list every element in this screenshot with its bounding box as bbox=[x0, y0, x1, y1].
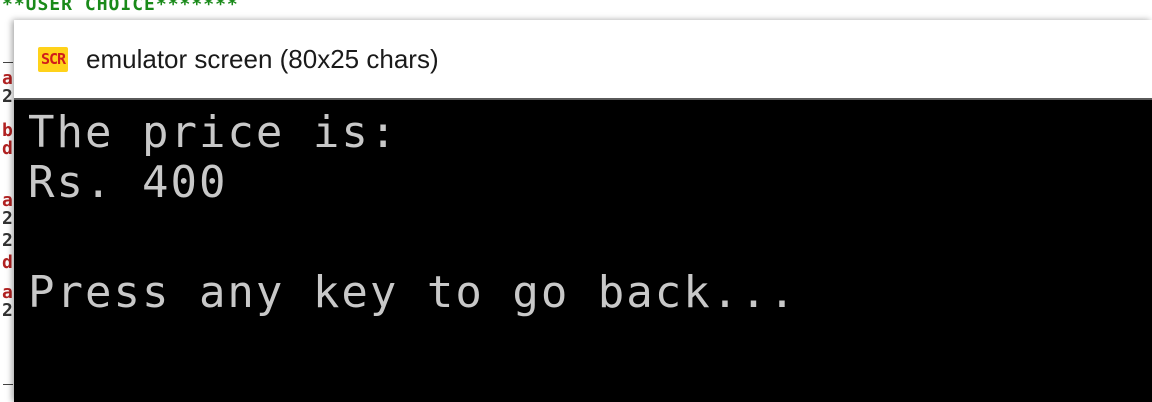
terminal-screen[interactable]: The price is: Rs. 400 Press any key to g… bbox=[14, 100, 1152, 402]
screen-line-price-value: Rs. 400 bbox=[28, 157, 228, 208]
screen-line-price-label: The price is: bbox=[28, 107, 399, 158]
background-editor-gutter: a 2 b d a 2 2 d a 2 bbox=[0, 22, 14, 402]
scr-app-icon[interactable]: SCR bbox=[38, 47, 68, 72]
background-header-text: **USER CHOICE******* bbox=[2, 0, 239, 15]
window-titlebar[interactable]: SCR emulator screen (80x25 chars) bbox=[14, 20, 1152, 98]
gutter-char: 2 bbox=[2, 86, 13, 107]
gutter-char: 2 bbox=[2, 230, 13, 251]
emulator-window[interactable]: SCR emulator screen (80x25 chars) The pr… bbox=[14, 20, 1152, 402]
gutter-tick bbox=[3, 62, 13, 63]
gutter-tick bbox=[3, 384, 13, 385]
gutter-char: d bbox=[2, 252, 13, 273]
window-title: emulator screen (80x25 chars) bbox=[86, 44, 439, 74]
gutter-char: 2 bbox=[2, 300, 13, 321]
background-editor-header: **USER CHOICE******* bbox=[0, 0, 1152, 22]
gutter-char: d bbox=[2, 138, 13, 159]
screen-line-prompt: Press any key to go back... bbox=[28, 267, 798, 318]
gutter-char: 2 bbox=[2, 208, 13, 229]
